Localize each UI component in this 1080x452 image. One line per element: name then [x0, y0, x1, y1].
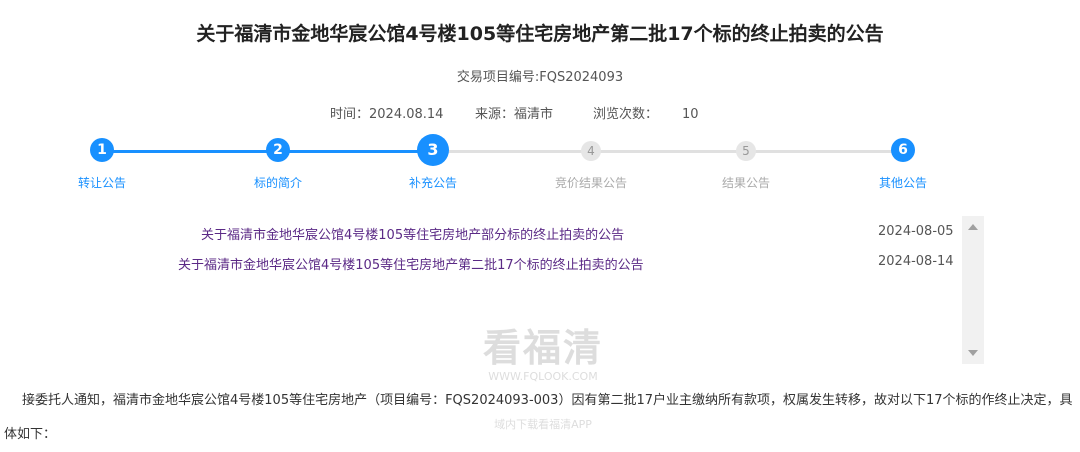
progress-stepper: 1 2 3 4 5 6 转让公告 标的简介 补充公告 竞价结果公告 结果公告 其… [0, 134, 1080, 198]
list-item: 关于福清市金地华宸公馆4号楼105等住宅房地产第二批17个标的终止拍卖的公告 2… [0, 254, 960, 278]
scroll-up-icon[interactable] [968, 224, 978, 230]
step-2-label[interactable]: 标的简介 [254, 174, 302, 191]
step-3-dot[interactable]: 3 [417, 134, 449, 166]
source: 来源：福清市 [475, 107, 554, 122]
publish-time: 时间：2024.08.14 [330, 107, 444, 122]
page-title: 关于福清市金地华宸公馆4号楼105等住宅房地产第二批17个标的终止拍卖的公告 [196, 23, 884, 45]
view-count-value: 10 [682, 107, 699, 122]
step-6-label[interactable]: 其他公告 [879, 174, 927, 191]
watermark-url: WWW.FQLOOK.COM [488, 370, 598, 383]
watermark-brand: 看福清 [482, 326, 603, 370]
step-6-dot[interactable]: 6 [891, 138, 915, 162]
track-pending [433, 150, 902, 153]
step-1-dot[interactable]: 1 [90, 138, 114, 162]
step-4-dot: 4 [581, 141, 601, 161]
step-5-label: 结果公告 [721, 176, 771, 190]
watermark-app: 域内下载看福清APP [494, 418, 592, 431]
step-3-label[interactable]: 补充公告 [409, 174, 457, 191]
step-1-label[interactable]: 转让公告 [78, 174, 126, 191]
list-item: 关于福清市金地华宸公馆4号楼105等住宅房地产部分标的终止拍卖的公告 2024-… [0, 224, 960, 248]
announcement-link-1[interactable]: 关于福清市金地华宸公馆4号楼105等住宅房地产部分标的终止拍卖的公告 [201, 224, 624, 243]
view-count-label: 浏览次数： [593, 107, 659, 122]
announcement-link-2[interactable]: 关于福清市金地华宸公馆4号楼105等住宅房地产第二批17个标的终止拍卖的公告 [178, 254, 644, 273]
scroll-down-icon[interactable] [968, 350, 978, 356]
watermark: 看福清 WWW.FQLOOK.COM 域内下载看福清APP [468, 326, 618, 432]
view-count: 浏览次数： 10 [593, 103, 699, 122]
announcement-date-2: 2024-08-14 [878, 254, 954, 269]
project-number: 交易项目编号:FQS2024093 [456, 70, 624, 85]
step-4-label: 竞价结果公告 [554, 176, 628, 190]
step-2-dot[interactable]: 2 [266, 138, 290, 162]
scrollbar[interactable] [962, 216, 984, 364]
announcement-date-1: 2024-08-05 [878, 224, 954, 239]
step-5-dot: 5 [736, 141, 756, 161]
